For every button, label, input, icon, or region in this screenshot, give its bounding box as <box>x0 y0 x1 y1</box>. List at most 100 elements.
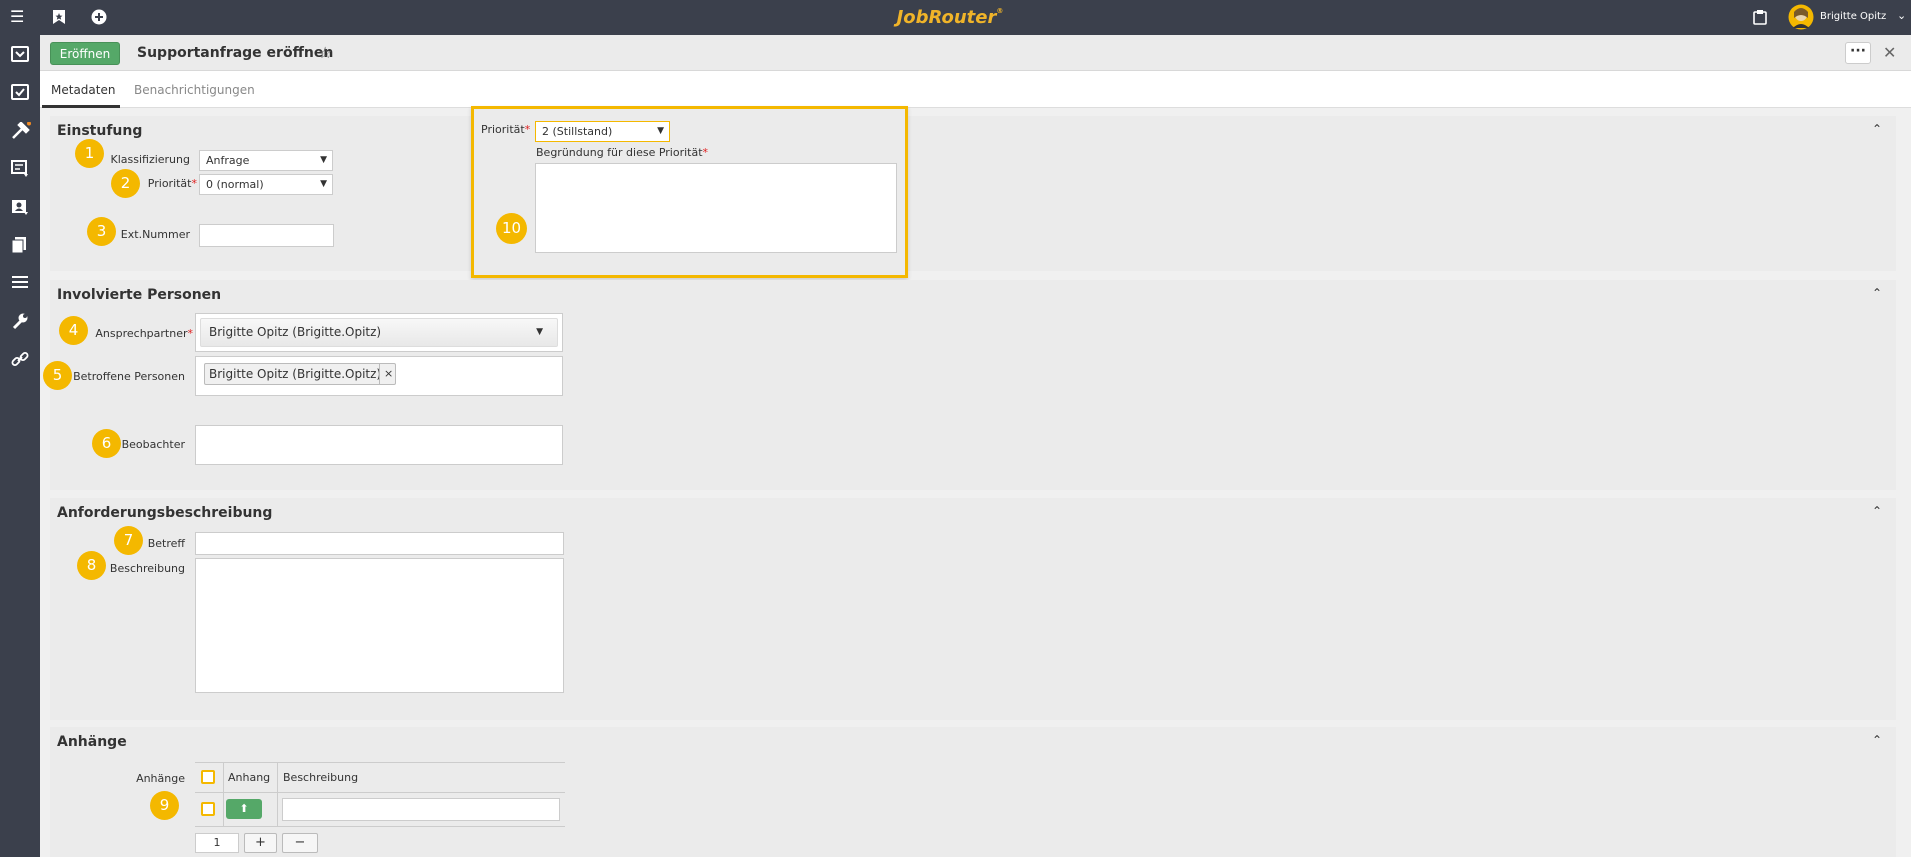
person-tag-label: Brigitte Opitz (Brigitte.Opitz) <box>209 367 382 381</box>
active-tab-indicator <box>42 105 120 108</box>
betreff-label: Betreff <box>147 537 185 550</box>
collapse-chevron-icon[interactable]: ⌃ <box>1872 733 1882 747</box>
prioritaet-label: Priorität* <box>135 177 197 190</box>
ansprechpartner-select[interactable]: Brigitte Opitz (Brigitte.Opitz) ▼ <box>195 313 563 352</box>
person-tag: Brigitte Opitz (Brigitte.Opitz) × <box>204 363 396 385</box>
highlight-prioritaet-select[interactable]: 2 (Stillstand) ▼ <box>535 121 670 142</box>
betreff-input[interactable] <box>195 532 564 555</box>
prioritaet-value: 0 (normal) <box>206 178 264 191</box>
logo-mark: ® <box>996 7 1004 15</box>
klassifizierung-value: Anfrage <box>206 154 250 167</box>
klassifizierung-select[interactable]: Anfrage ▼ <box>199 150 333 171</box>
highlight-prioritaet-label: Priorität* <box>481 123 530 136</box>
tab-bar: Metadaten Benachrichtigungen <box>40 71 1911 108</box>
sidebar-documents-icon[interactable] <box>11 236 29 254</box>
collapse-chevron-icon[interactable]: ⌃ <box>1872 122 1882 136</box>
sidebar-contact-icon[interactable] <box>11 198 29 216</box>
table-border <box>195 792 565 793</box>
sidebar-hammer-icon[interactable] <box>11 122 31 140</box>
beobachter-field[interactable] <box>195 425 563 465</box>
section-title: Involvierte Personen <box>57 287 222 303</box>
step-toolbar: Eröffnen Supportanfrage eröffnen ☆ ··· ✕ <box>40 35 1911 71</box>
row-checkbox[interactable] <box>201 802 215 816</box>
star-icon[interactable]: ☆ <box>318 43 332 62</box>
required-marker: * <box>702 146 709 159</box>
section-title: Einstufung <box>57 123 143 139</box>
bookmark-icon[interactable] <box>52 9 66 25</box>
sidebar-inbox-icon[interactable] <box>11 46 29 62</box>
tag-remove-icon[interactable]: × <box>379 364 393 384</box>
hamburger-menu-icon[interactable]: ☰ <box>10 9 24 25</box>
row-count-input[interactable]: 1 <box>195 833 239 853</box>
table-divider <box>277 762 278 827</box>
top-bar: ☰ JobRouter® Brigitte Opitz ⌄ <box>0 0 1911 35</box>
sidebar-tasks-icon[interactable] <box>11 84 29 100</box>
chevron-down-icon[interactable]: ⌄ <box>1897 9 1906 22</box>
add-row-button[interactable]: + <box>244 833 277 853</box>
column-header-beschreibung: Beschreibung <box>283 771 359 784</box>
collapse-chevron-icon[interactable]: ⌃ <box>1872 286 1882 300</box>
jobrouter-logo: JobRouter® <box>850 7 1050 28</box>
marker-8: 8 <box>77 551 106 580</box>
table-divider <box>223 762 224 827</box>
beschreibung-textarea[interactable] <box>195 558 564 693</box>
dropdown-arrow-icon: ▼ <box>657 126 664 136</box>
required-marker: * <box>191 177 198 190</box>
required-marker: * <box>524 123 531 136</box>
sidebar-wrench-icon[interactable] <box>11 312 29 330</box>
section-title: Anhänge <box>57 734 127 750</box>
logo-text: JobRouter <box>896 7 997 28</box>
dropdown-arrow-icon: ▼ <box>320 155 327 165</box>
begruendung-label-text: Begründung für diese Priorität <box>536 146 703 159</box>
ansprechpartner-label-text: Ansprechpartner <box>95 327 188 340</box>
close-icon[interactable]: ✕ <box>1883 43 1896 62</box>
beobachter-label: Beobachter <box>121 438 185 451</box>
priority-highlight-box: Priorität* 2 (Stillstand) ▼ Begründung fü… <box>471 106 908 278</box>
clipboard-icon[interactable] <box>1753 9 1767 25</box>
anhaenge-label: Anhänge <box>136 772 185 785</box>
highlight-prioritaet-value: 2 (Stillstand) <box>542 125 613 138</box>
begruendung-textarea[interactable] <box>535 163 897 253</box>
scrollbar[interactable] <box>1902 108 1911 857</box>
marker-7: 7 <box>114 526 143 555</box>
betroffene-personen-field[interactable]: Brigitte Opitz (Brigitte.Opitz) × <box>195 356 563 396</box>
prioritaet-label-text: Priorität <box>147 177 192 190</box>
sidebar-list-icon[interactable] <box>11 274 29 290</box>
ext-nummer-input[interactable] <box>199 224 334 247</box>
ext-nummer-label: Ext.Nummer <box>120 228 190 241</box>
prioritaet-select[interactable]: 0 (normal) ▼ <box>199 174 333 195</box>
klassifizierung-label: Klassifizierung <box>110 153 190 166</box>
sidebar-link-icon[interactable] <box>11 350 29 368</box>
avatar[interactable] <box>1788 4 1814 30</box>
tab-metadaten[interactable]: Metadaten <box>51 83 115 97</box>
column-header-anhang: Anhang <box>228 771 271 784</box>
betroffene-label: Betroffene Personen <box>73 370 185 383</box>
sidebar-form-icon[interactable] <box>11 160 29 178</box>
marker-4: 4 <box>59 316 88 345</box>
attachments-table: Anhang Beschreibung ⬆ <box>195 762 565 828</box>
upload-icon: ⬆ <box>239 802 249 815</box>
marker-10: 10 <box>496 213 527 244</box>
select-all-checkbox[interactable] <box>201 770 215 784</box>
table-border <box>195 826 565 827</box>
highlight-prioritaet-label-text: Priorität <box>481 123 525 136</box>
sidebar <box>0 35 40 857</box>
ansprechpartner-value-box: Brigitte Opitz (Brigitte.Opitz) ▼ <box>200 318 558 347</box>
add-circle-icon[interactable] <box>91 9 107 25</box>
section-title: Anforderungsbeschreibung <box>57 505 273 521</box>
upload-button[interactable]: ⬆ <box>226 799 262 819</box>
open-button[interactable]: Eröffnen <box>50 42 120 65</box>
marker-5: 5 <box>43 361 72 390</box>
marker-9: 9 <box>150 791 179 820</box>
beschreibung-label: Beschreibung <box>109 562 185 575</box>
remove-row-button[interactable]: − <box>282 833 318 853</box>
ansprechpartner-value: Brigitte Opitz (Brigitte.Opitz) <box>209 325 382 339</box>
table-border <box>195 762 565 763</box>
more-options-button[interactable]: ··· <box>1845 42 1871 64</box>
page-title: Supportanfrage eröffnen <box>137 45 334 61</box>
attachment-description-input[interactable] <box>282 798 560 821</box>
dropdown-arrow-icon: ▼ <box>320 179 327 189</box>
tab-benachrichtigungen[interactable]: Benachrichtigungen <box>134 83 255 97</box>
user-name[interactable]: Brigitte Opitz <box>1820 11 1886 22</box>
collapse-chevron-icon[interactable]: ⌃ <box>1872 504 1882 518</box>
